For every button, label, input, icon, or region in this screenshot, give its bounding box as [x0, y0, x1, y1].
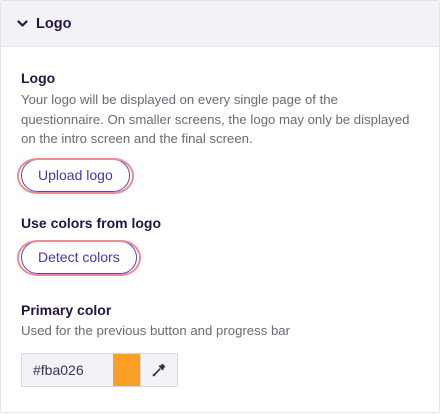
detect-colors-wrapper: Detect colors: [17, 239, 141, 276]
color-swatch[interactable]: [113, 353, 140, 387]
panel-body: Logo Your logo will be displayed on ever…: [1, 47, 439, 387]
detect-colors-button[interactable]: Detect colors: [21, 240, 137, 274]
primary-color-section: Primary color Used for the previous butt…: [21, 301, 419, 387]
color-picker-button[interactable]: [140, 353, 178, 387]
hex-color-input[interactable]: [21, 353, 113, 387]
panel-title: Logo: [36, 15, 72, 32]
primary-color-label: Primary color: [21, 301, 112, 318]
eyedropper-icon: [152, 363, 166, 377]
logo-section: Logo Your logo will be displayed on ever…: [17, 69, 419, 194]
upload-logo-wrapper: Upload logo: [17, 157, 134, 194]
upload-logo-button[interactable]: Upload logo: [21, 158, 130, 192]
logo-label: Logo: [21, 70, 56, 86]
primary-color-description: Used for the previous button and progres…: [21, 322, 291, 338]
chevron-down-icon: [15, 17, 29, 31]
logo-settings-panel: Logo Logo Your logo will be displayed on…: [0, 0, 440, 413]
colors-section: Use colors from logo Detect colors: [17, 214, 419, 276]
colors-label: Use colors from logo: [21, 214, 162, 231]
panel-header[interactable]: Logo: [1, 1, 439, 47]
color-input-group: [21, 353, 178, 387]
logo-description: Your logo will be displayed on every sin…: [21, 92, 410, 146]
